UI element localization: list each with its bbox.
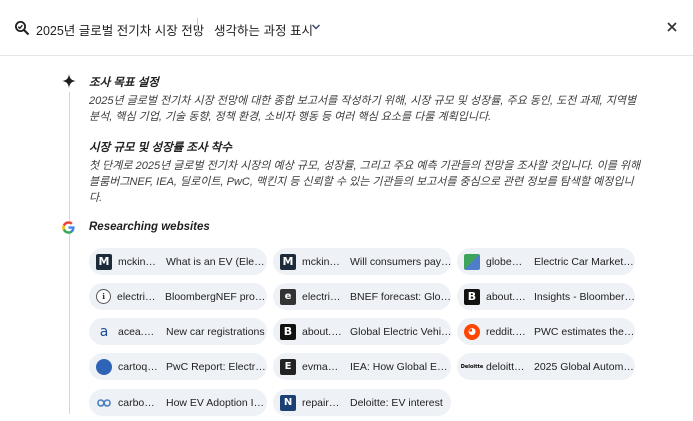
sparkle-icon [62, 74, 76, 88]
source-domain: mckinsey.com [302, 255, 342, 268]
report-title: 2025년 글로벌 전기차 시장 전망 [36, 24, 205, 38]
source-title: What is an EV (Electric Vehicle)? [166, 255, 267, 268]
cartoq-icon [96, 358, 112, 375]
deep-research-icon [15, 21, 30, 36]
source-domain: cartoq.com [118, 360, 158, 373]
source-chip[interactable]: E evmagazine.com IEA: How Global EV sales [273, 353, 451, 380]
evmagazine-icon: E [280, 358, 296, 375]
step-body: 첫 단계로 2025년 글로벌 전기차 시장의 예상 규모, 성장률, 그리고 … [89, 160, 641, 204]
source-chip[interactable]: a acea.auto New car registrations [89, 318, 267, 345]
source-chip[interactable]: ℹ electrive.com BloombergNEF projections [89, 283, 267, 310]
source-chip[interactable]: B about.bnef.com Global Electric Vehicle … [273, 318, 451, 345]
source-domain: mckinsey.com [118, 255, 158, 268]
source-title: Electric Car Market Report [534, 255, 635, 268]
source-domain: evmagazine.com [302, 360, 342, 373]
source-chip[interactable]: e electrive.com BNEF forecast: Global EV … [273, 283, 451, 310]
source-title: BloombergNEF projections [165, 290, 267, 303]
source-chip[interactable]: globenewswire.com Electric Car Market Rep… [457, 248, 635, 275]
source-title: New car registrations [166, 325, 265, 338]
source-domain: electrive.com [117, 290, 157, 303]
source-title: BNEF forecast: Global EV sales [350, 290, 451, 303]
timeline-line [69, 92, 70, 414]
source-chip[interactable]: N repairerdrivennews.com Deloitte: EV int… [273, 389, 451, 416]
source-title: PwC Report: Electric Vehicles [166, 360, 267, 373]
source-domain: reddit.com [486, 325, 526, 338]
source-chip[interactable]: Deloitte deloitte.com 2025 Global Automot… [457, 353, 635, 380]
electrive-e-icon: e [280, 288, 296, 305]
step-title: 조사 목표 설정 [89, 77, 159, 89]
source-domain: about.bnef.com [486, 290, 526, 303]
deloitte-icon: Deloitte [460, 363, 484, 370]
google-icon [62, 221, 75, 234]
bnef-icon: B [464, 288, 480, 305]
electrive-icon: ℹ [96, 289, 111, 304]
close-icon[interactable] [664, 19, 680, 35]
source-title: Global Electric Vehicle Outlook [350, 325, 451, 338]
step-body: 2025년 글로벌 전기차 시장 전망에 대한 종합 보고서를 작성하기 위해,… [89, 95, 637, 123]
chevron-down-icon[interactable] [311, 22, 321, 32]
source-chip[interactable]: ◕ reddit.com PWC estimates the EV market [457, 318, 635, 345]
source-domain: electrive.com [302, 290, 342, 303]
source-domain: globenewswire.com [486, 255, 526, 268]
globenewswire-icon [464, 253, 480, 270]
source-domain: acea.auto [118, 325, 158, 338]
source-domain: about.bnef.com [302, 325, 342, 338]
source-domain: carboncredits.com [118, 396, 158, 409]
source-title: How EV Adoption Is Changing [166, 396, 267, 409]
source-domain: repairerdrivennews.com [302, 396, 342, 409]
mckinsey-icon: M [280, 253, 296, 270]
source-title: PWC estimates the EV market [534, 325, 635, 338]
source-title: Will consumers pay for EVs? [350, 255, 451, 268]
source-chip[interactable]: cartoq.com PwC Report: Electric Vehicles [89, 353, 267, 380]
source-chip[interactable]: M mckinsey.com What is an EV (Electric Ve… [89, 248, 267, 275]
source-chip[interactable]: B about.bnef.com Insights - BloombergNEF [457, 283, 635, 310]
source-chip[interactable]: carboncredits.com How EV Adoption Is Chan… [89, 389, 267, 416]
header-divider [197, 18, 198, 36]
source-chip[interactable]: M mckinsey.com Will consumers pay for EVs… [273, 248, 451, 275]
carboncredits-icon [97, 398, 111, 407]
top-bar: 2025년 글로벌 전기차 시장 전망 생각하는 과정 표시 [0, 0, 693, 56]
step-title: 시장 규모 및 성장률 조사 착수 [89, 142, 232, 154]
acea-icon: a [99, 323, 109, 340]
source-title: Deloitte: EV interest [350, 396, 443, 409]
source-title: Insights - BloombergNEF [534, 290, 635, 303]
repairer-icon: N [280, 394, 296, 411]
reddit-icon: ◕ [464, 323, 480, 340]
source-title: 2025 Global Automotive Outlook [534, 360, 635, 373]
bnef-icon: B [280, 323, 296, 340]
source-domain: deloitte.com [486, 360, 526, 373]
mckinsey-icon: M [96, 253, 112, 270]
source-title: IEA: How Global EV sales [350, 360, 451, 373]
show-thinking-toggle[interactable]: 생각하는 과정 표시 [214, 20, 313, 39]
researching-websites-label: Researching websites [89, 221, 210, 233]
